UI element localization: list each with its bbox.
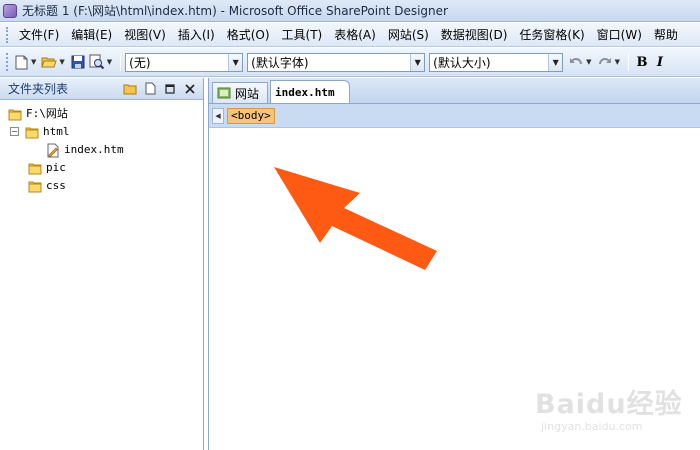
open-dropdown-icon[interactable]: ▼ [59, 58, 64, 66]
menu-data-view[interactable]: 数据视图(D) [435, 24, 514, 45]
window-title: 无标题 1 (F:\网站\html\index.htm) - Microsoft… [22, 4, 448, 18]
save-icon[interactable] [69, 53, 87, 71]
open-folder-icon[interactable] [40, 53, 58, 71]
tree-root[interactable]: F:\网站 [8, 104, 68, 122]
menu-tools[interactable]: 工具(T) [276, 24, 329, 45]
scroll-left-icon[interactable]: ◀ [212, 107, 224, 124]
folder-panel-title: 文件夹列表 [8, 82, 69, 96]
menu-grip[interactable] [6, 26, 9, 43]
new-page-icon[interactable] [143, 82, 157, 96]
formatting-toolbar: ▼ ▼ ▼ (无) ▼ (默认字体) ▼ (默认大小) ▼ ▼ ▼ B I [0, 48, 700, 77]
new-document-icon[interactable] [12, 53, 30, 71]
app-icon [3, 3, 17, 18]
undo-icon[interactable] [567, 53, 585, 71]
website-icon [217, 87, 231, 99]
menu-window[interactable]: 窗口(W) [591, 24, 648, 45]
italic-button[interactable]: I [651, 55, 669, 70]
close-panel-icon[interactable] [183, 82, 197, 96]
annotation-arrow-icon [274, 167, 437, 270]
menu-edit[interactable]: 编辑(E) [65, 24, 118, 45]
size-select-value: (默认大小) [433, 55, 491, 70]
menu-format[interactable]: 格式(O) [221, 24, 276, 45]
new-dropdown-icon[interactable]: ▼ [31, 58, 36, 66]
preview-icon[interactable] [88, 53, 106, 71]
watermark-logo-text: Baidu经验 [535, 389, 683, 420]
toolbar-grip[interactable] [6, 53, 9, 71]
body-tag[interactable]: <body> [227, 107, 275, 124]
folder-list-panel: 文件夹列表 F:\网站 − html index.htm pic css [0, 78, 204, 450]
tab-index-htm[interactable]: index.htm [270, 80, 350, 103]
folder-icon [28, 179, 42, 192]
style-select-value: (无) [129, 55, 151, 70]
folder-icon [28, 161, 42, 174]
redo-icon[interactable] [596, 53, 614, 71]
watermark-url: jingyan.baidu.com [541, 420, 643, 433]
bold-button[interactable]: B [633, 55, 651, 70]
folder-icon [25, 125, 39, 138]
toolbar-separator [627, 53, 629, 71]
font-select-value: (默认字体) [251, 55, 309, 70]
menu-site[interactable]: 网站(S) [382, 24, 435, 45]
tab-index-htm-label: index.htm [275, 85, 335, 99]
preview-dropdown-icon[interactable]: ▼ [107, 58, 112, 66]
menu-view[interactable]: 视图(V) [118, 24, 172, 45]
redo-dropdown-icon[interactable]: ▼ [615, 58, 620, 66]
font-select[interactable]: (默认字体) ▼ [247, 52, 426, 72]
menu-bar: 文件(F) 编辑(E) 视图(V) 插入(I) 格式(O) 工具(T) 表格(A… [0, 23, 700, 47]
tree-root-label: F:\网站 [26, 107, 68, 120]
collapse-icon[interactable]: − [10, 126, 19, 136]
new-folder-icon[interactable] [123, 82, 137, 96]
baidu-jingyan-watermark: Baidu经验 jingyan.baidu.com [535, 372, 695, 447]
menu-task-panes[interactable]: 任务窗格(K) [513, 24, 590, 45]
toolbar-separator [120, 53, 122, 71]
tab-website-label: 网站 [235, 86, 260, 101]
document-tabs: 网站 index.htm [209, 78, 700, 104]
chevron-down-icon[interactable]: ▼ [410, 53, 425, 71]
tree-folder-html[interactable]: − html [10, 122, 70, 140]
chevron-down-icon[interactable]: ▼ [548, 53, 563, 71]
tree-folder-css[interactable]: css [28, 176, 66, 194]
style-select[interactable]: (无) ▼ [125, 52, 244, 72]
tree-file-index-label: index.htm [64, 142, 124, 156]
tree-folder-css-label: css [46, 178, 66, 192]
html-file-icon [46, 143, 60, 157]
menu-file[interactable]: 文件(F) [13, 24, 65, 45]
menu-help[interactable]: 帮助 [648, 24, 684, 45]
tree-folder-html-label: html [43, 124, 70, 138]
folder-panel-header: 文件夹列表 [0, 78, 203, 100]
folder-icon [8, 107, 22, 120]
chevron-down-icon[interactable]: ▼ [228, 53, 243, 71]
maximize-panel-icon[interactable] [163, 82, 177, 96]
menu-insert[interactable]: 插入(I) [172, 24, 221, 45]
quick-tag-selector: ◀ <body> [209, 104, 700, 128]
tree-file-index[interactable]: index.htm [46, 140, 124, 158]
menu-table[interactable]: 表格(A) [328, 24, 382, 45]
undo-dropdown-icon[interactable]: ▼ [586, 58, 591, 66]
title-bar: 无标题 1 (F:\网站\html\index.htm) - Microsoft… [0, 0, 700, 22]
tree-folder-pic[interactable]: pic [28, 158, 66, 176]
tab-website[interactable]: 网站 [212, 82, 269, 103]
size-select[interactable]: (默认大小) ▼ [429, 52, 564, 72]
tree-folder-pic-label: pic [46, 160, 66, 174]
